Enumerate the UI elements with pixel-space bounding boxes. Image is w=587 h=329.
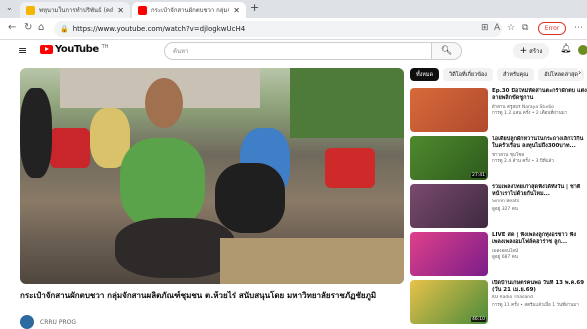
red-chair [325, 148, 375, 188]
home-icon[interactable]: ⌂ [38, 22, 44, 33]
person-black [215, 163, 285, 233]
chip-related[interactable]: วิดีโอที่เกี่ยวข้อง [443, 68, 493, 81]
chip-all[interactable]: ทั้งหมด [410, 68, 440, 81]
profile-error-chip[interactable]: Error [538, 22, 566, 35]
channel-name[interactable]: CRRU PROG [40, 319, 76, 326]
video-thumbnail[interactable] [410, 88, 488, 132]
woman-skirt [115, 218, 235, 278]
create-button[interactable]: + สร้าง [513, 43, 549, 59]
recommended-title[interactable]: เปิดบ้านเกษตรคนพอ วันที่ 13 พ.ค.69 (วัน … [492, 280, 587, 294]
video-title: กระเป๋าจักสานผักตบชวา กลุ่มจักสานผลิตภัณ… [20, 291, 377, 300]
recommended-channel[interactable]: Sirinn Beats [492, 199, 587, 204]
woman-green-shirt [120, 138, 205, 228]
close-icon[interactable]: ✕ [117, 6, 124, 15]
woven-mat [220, 238, 404, 284]
recommended-title[interactable]: LIVE สด | ฟังเพลงลูกทุ่งอรชาว ฟังเพลงเพล… [492, 232, 587, 246]
recommended-video[interactable]: 27:41 ไอเดียปลูกผักหวานในกระถางเล็กไว้กิ… [410, 136, 587, 180]
tab-title: กระเป๋าจักสานผักตบชวา กลุ่มจักสาน... [151, 7, 229, 14]
search-icon: 🔍︎ [440, 46, 453, 56]
menu-icon[interactable]: ≡ [18, 44, 27, 57]
youtube-header: ≡ YouTube TH ค้นหา 🔍︎ + สร้าง 🔔︎ [0, 40, 587, 62]
avatar[interactable] [578, 45, 587, 55]
browser-tab-bar: ⌄ พหุนามในการทำปริพันธ์ (คณิต... ✕ กระเป… [0, 0, 587, 18]
red-chair [50, 128, 90, 168]
create-label: สร้าง [529, 48, 543, 55]
recommended-meta: การดู 11 ครั้ง • สตรีมแล้วเมื่อ 1 วันที่… [492, 303, 579, 308]
new-tab-button[interactable]: + [250, 1, 259, 14]
person-left [20, 88, 52, 178]
translate-icon[interactable]: A [494, 23, 500, 33]
more-menu-icon[interactable]: ⋯ [574, 23, 583, 33]
recommended-video[interactable]: Ep.30 มือใหม่หัดสานตะกร้าผักตบ แต่งลายพล… [410, 88, 587, 132]
close-icon[interactable]: ✕ [233, 6, 240, 15]
plus-icon: + [519, 46, 528, 56]
recommended-video[interactable]: 46:10 เปิดบ้านเกษตรคนพอ วันที่ 13 พ.ค.69… [410, 280, 587, 324]
browser-tab-1[interactable]: พหุนามในการทำปริพันธ์ (คณิต... ✕ [20, 2, 130, 18]
youtube-wordmark: YouTube [55, 44, 99, 55]
star-icon[interactable]: ☆ [507, 23, 515, 33]
url-text: https://www.youtube.com/watch?v=djlogkwU… [72, 25, 246, 33]
chevron-right-icon[interactable]: › [578, 68, 582, 77]
video-thumbnail[interactable] [410, 184, 488, 228]
browser-toolbar: ← ↻ ⌂ 🔒 https://www.youtube.com/watch?v=… [0, 18, 587, 40]
search-placeholder: ค้นหา [173, 48, 189, 55]
extensions-icon[interactable]: ⧉ [522, 23, 528, 33]
woman-face [145, 78, 183, 128]
address-bar[interactable]: 🔒 https://www.youtube.com/watch?v=djlogk… [54, 21, 502, 37]
recommended-meta: การดู 2.4 ล้าน ครั้ง • 3 ปีที่แล้ว [492, 159, 554, 164]
tab-list-dropdown-icon[interactable]: ⌄ [6, 3, 13, 12]
recommended-title[interactable]: รวมเพลงไทยเก่าสุดฟังได้ทั้งวัน | ชาติหน้… [492, 184, 587, 198]
recommended-meta: การดู 1.2 แสน ครั้ง • 2 เดือนที่ผ่านมา [492, 111, 568, 116]
video-thumbnail[interactable]: 27:41 [410, 136, 488, 180]
duration-badge: 46:10 [471, 317, 486, 322]
recommended-video[interactable]: LIVE สด | ฟังเพลงลูกทุ่งอรชาว ฟังเพลงเพล… [410, 232, 587, 276]
recommended-title[interactable]: ไอเดียปลูกผักหวานในกระถางเล็กไว้กินในครั… [492, 136, 587, 150]
youtube-play-icon [40, 45, 53, 54]
lock-icon: 🔒 [60, 25, 69, 33]
grid-icon[interactable]: ⊞ [481, 23, 489, 33]
filter-chips: ทั้งหมด วิดีโอที่เกี่ยวข้อง สำหรับคุณ อั… [410, 68, 587, 82]
recommended-meta: ดูอยู่ 687 คน [492, 255, 518, 260]
recommended-channel[interactable]: KU Radio Thailand [492, 295, 587, 300]
back-arrow-icon[interactable]: ← [8, 22, 16, 33]
tab-title: พหุนามในการทำปริพันธ์ (คณิต... [39, 7, 114, 14]
chip-for-you[interactable]: สำหรับคุณ [496, 68, 535, 81]
tab-favicon-icon [26, 5, 35, 15]
search-button[interactable]: 🔍︎ [432, 42, 462, 60]
error-label: Error [544, 25, 560, 32]
country-code: TH [101, 43, 109, 50]
recommended-title[interactable]: Ep.30 มือใหม่หัดสานตะกร้าผักตบ แต่งลายพล… [492, 88, 587, 102]
video-player[interactable] [20, 68, 404, 284]
recommended-video[interactable]: รวมเพลงไทยเก่าสุดฟังได้ทั้งวัน | ชาติหน้… [410, 184, 587, 228]
video-thumbnail[interactable] [410, 232, 488, 276]
browser-tab-2[interactable]: กระเป๋าจักสานผักตบชวา กลุ่มจักสาน... ✕ [132, 2, 246, 18]
duration-badge: 27:41 [471, 173, 486, 178]
notifications-bell-icon[interactable]: 🔔︎ [560, 44, 571, 54]
background-foliage [290, 68, 404, 138]
search-input[interactable]: ค้นหา [164, 42, 432, 60]
youtube-logo[interactable]: YouTube TH [40, 44, 108, 55]
reload-icon[interactable]: ↻ [24, 22, 32, 33]
video-thumbnail[interactable]: 46:10 [410, 280, 488, 324]
recommended-meta: ดูอยู่ 327 คน [492, 207, 518, 212]
youtube-favicon-icon [138, 5, 147, 15]
